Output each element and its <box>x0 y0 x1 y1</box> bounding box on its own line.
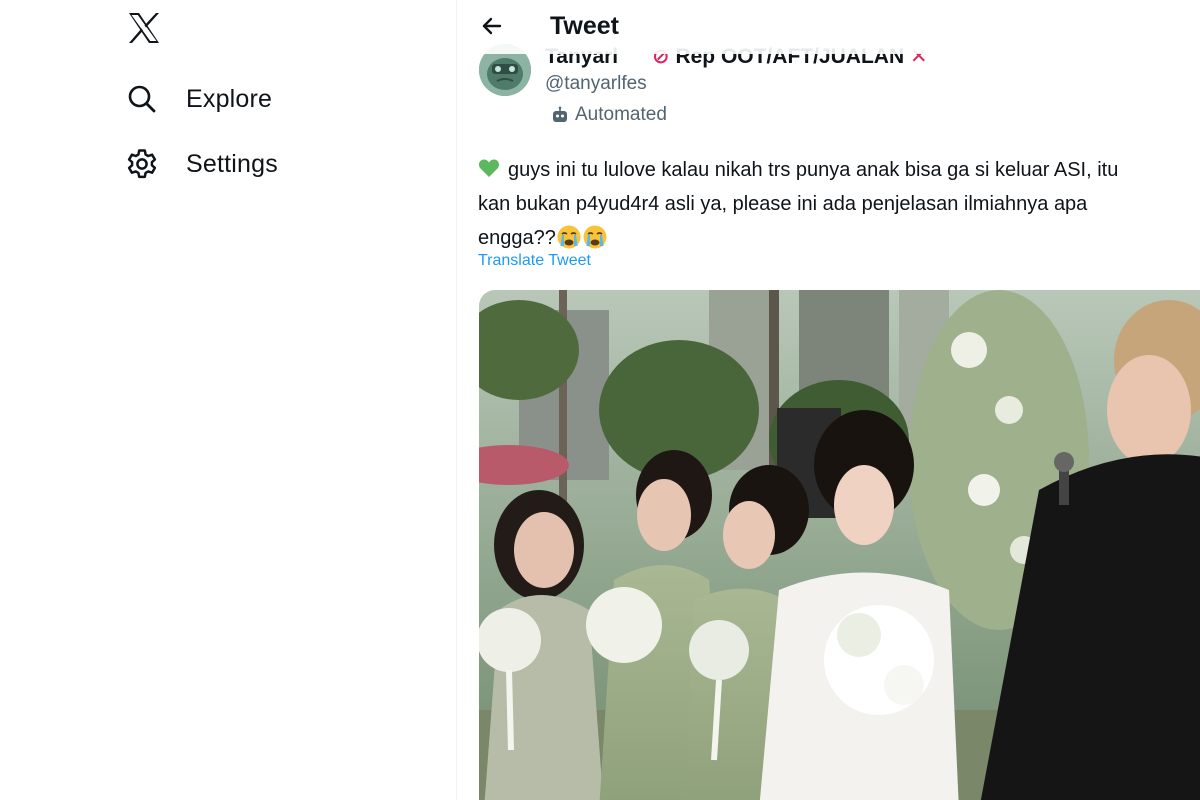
back-button[interactable] <box>475 9 509 43</box>
tweet-text: guys ini tu lulove kalau nikah trs punya… <box>478 153 1198 255</box>
main-column: Tweet Tanyarl ⊘ Rep OOT/AFT/JUALAN ✕ @ta… <box>457 0 1200 800</box>
tweet-media-photo[interactable] <box>479 290 1200 800</box>
page-title: Tweet <box>550 12 619 40</box>
search-icon <box>124 81 160 117</box>
automated-label: Automated <box>551 104 667 126</box>
tweet-header: Tweet <box>457 0 1200 54</box>
green-heart-icon <box>478 159 500 177</box>
nav-item-settings[interactable]: Settings <box>124 139 278 189</box>
crying-face-icon <box>583 225 607 249</box>
tweet-text-line-3: engga?? <box>478 221 1198 255</box>
crying-face-icon <box>557 225 581 249</box>
nav-item-label: Settings <box>186 149 278 178</box>
translate-tweet-link[interactable]: Translate Tweet <box>478 252 591 270</box>
author-handle[interactable]: @tanyarlfes <box>545 73 647 95</box>
tweet-text-line-1: guys ini tu lulove kalau nikah trs punya… <box>478 153 1198 187</box>
arrow-left-icon <box>482 17 502 35</box>
nav-item-label: Explore <box>186 84 273 113</box>
left-navigation: Explore Settings <box>0 0 456 800</box>
robot-icon <box>553 106 567 122</box>
nav-item-explore[interactable]: Explore <box>124 74 272 124</box>
tweet-text-line-2: kan bukan p4yud4r4 asli ya, please ini a… <box>478 193 1088 215</box>
x-logo-icon[interactable] <box>124 8 164 48</box>
gear-icon <box>124 146 160 182</box>
automated-text: Automated <box>575 104 667 125</box>
